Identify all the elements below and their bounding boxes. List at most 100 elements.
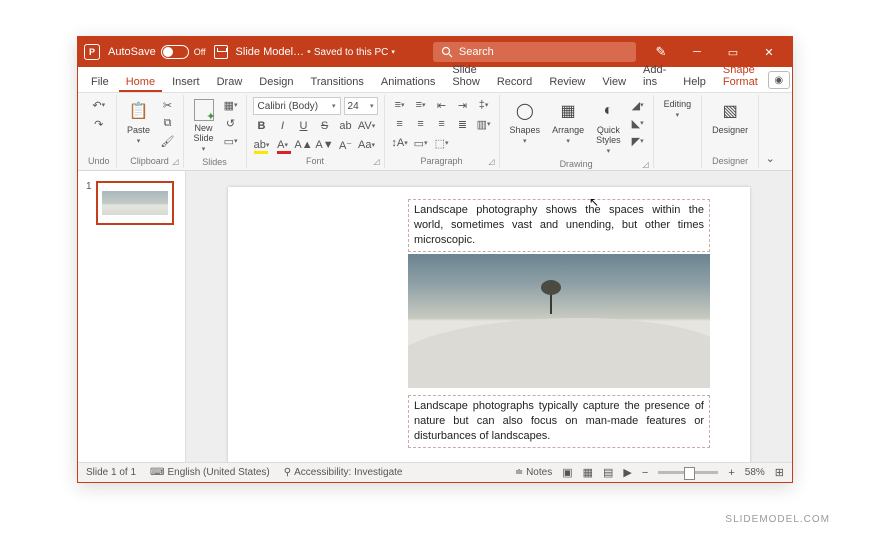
tab-animations[interactable]: Animations — [374, 71, 442, 92]
thumbnail-number: 1 — [86, 181, 92, 225]
columns-button[interactable]: ▥▾ — [475, 116, 493, 132]
group-drawing: ◯Shapes▾ ▦Arrange▾ ◐Quick Styles▾ ◢▾ ◣▾ … — [500, 95, 654, 168]
arrange-button[interactable]: ▦Arrange▾ — [548, 97, 588, 147]
decrease-indent-button[interactable]: ⇤ — [433, 97, 451, 113]
italic-button[interactable]: I — [274, 118, 292, 134]
quick-styles-button[interactable]: ◐Quick Styles▾ — [592, 97, 625, 157]
tab-shape-format[interactable]: Shape Format — [716, 59, 765, 92]
align-text-button[interactable]: ▭▾ — [412, 135, 430, 151]
tab-review[interactable]: Review — [542, 71, 592, 92]
zoom-level[interactable]: 58% — [745, 467, 765, 478]
tab-insert[interactable]: Insert — [165, 71, 207, 92]
ribbon: ↶▾ ↷ Undo 📋 Paste▾ ✂ ⧉ 🖌 Clipboard◿ — [78, 93, 792, 171]
shape-fill-button[interactable]: ◢▾ — [629, 97, 647, 113]
slide[interactable]: Landscape photography shows the spaces w… — [228, 187, 750, 462]
tab-help[interactable]: Help — [676, 71, 713, 92]
undo-button[interactable]: ↶▾ — [90, 97, 108, 113]
minimize-button[interactable]: ─ — [680, 37, 714, 67]
layout-button[interactable]: ▦▾ — [222, 97, 240, 113]
bold-button[interactable]: B — [253, 118, 271, 134]
bullets-button[interactable]: ≡▾ — [391, 97, 409, 113]
reading-view-button[interactable]: ▤ — [603, 466, 613, 479]
designer-button[interactable]: ▧Designer — [708, 97, 752, 137]
dialog-launcher-icon[interactable]: ◿ — [488, 157, 494, 166]
zoom-out-button[interactable]: − — [642, 467, 648, 479]
slideshow-view-button[interactable]: ▶ — [623, 466, 631, 479]
slide-canvas-area[interactable]: Landscape photography shows the spaces w… — [186, 171, 792, 462]
reset-button[interactable]: ↺ — [222, 115, 240, 131]
workspace: 1 Landscape photography shows the spaces… — [78, 171, 792, 462]
thumbnail-pane[interactable]: 1 — [78, 171, 186, 462]
slide-position[interactable]: Slide 1 of 1 — [86, 467, 136, 478]
highlight-button[interactable]: ab▾ — [253, 137, 271, 153]
autosave-state: Off — [194, 47, 206, 57]
tab-slideshow[interactable]: Slide Show — [445, 59, 487, 92]
underline-button[interactable]: U — [295, 118, 313, 134]
justify-button[interactable]: ≣ — [454, 116, 472, 132]
shape-outline-button[interactable]: ◣▾ — [629, 115, 647, 131]
numbering-button[interactable]: ≡▾ — [412, 97, 430, 113]
align-center-button[interactable]: ≡ — [412, 116, 430, 132]
dialog-launcher-icon[interactable]: ◿ — [373, 157, 379, 166]
search-placeholder: Search — [459, 46, 494, 58]
autosave-toggle[interactable]: AutoSave Off — [108, 45, 206, 59]
dialog-launcher-icon[interactable]: ◿ — [172, 157, 178, 166]
editing-button[interactable]: Editing▾ — [660, 97, 696, 121]
document-title[interactable]: Slide Model… • Saved to this PC ▾ — [236, 46, 395, 58]
tab-home[interactable]: Home — [119, 71, 162, 92]
accessibility-status[interactable]: ⚲Accessibility: Investigate — [284, 467, 403, 478]
change-case-button[interactable]: Aa▾ — [358, 137, 376, 153]
notes-button[interactable]: ≐ Notes — [515, 467, 552, 478]
shadow-button[interactable]: ab — [337, 118, 355, 134]
font-size-select[interactable]: 24▾ — [344, 97, 378, 115]
group-undo: ↶▾ ↷ Undo — [82, 95, 117, 168]
collapse-ribbon-button[interactable]: ⌄ — [761, 150, 779, 166]
line-spacing-button[interactable]: ‡▾ — [475, 97, 493, 113]
search-icon — [441, 46, 453, 58]
designer-icon: ▧ — [718, 99, 742, 123]
paste-button[interactable]: 📋 Paste▾ — [123, 97, 155, 147]
slide-image[interactable] — [408, 254, 710, 388]
tab-transitions[interactable]: Transitions — [304, 71, 371, 92]
font-family-select[interactable]: Calibri (Body)▾ — [253, 97, 341, 115]
tab-draw[interactable]: Draw — [210, 71, 250, 92]
clear-format-button[interactable]: A⁻ — [337, 137, 355, 153]
textbox-top[interactable]: Landscape photography shows the spaces w… — [408, 199, 710, 252]
shape-effects-button[interactable]: ◤▾ — [629, 133, 647, 149]
tab-view[interactable]: View — [595, 71, 633, 92]
zoom-slider[interactable] — [658, 471, 718, 474]
align-right-button[interactable]: ≡ — [433, 116, 451, 132]
spacing-button[interactable]: AV▾ — [358, 118, 376, 134]
text-direction-button[interactable]: ↕A▾ — [391, 135, 409, 151]
camera-icon[interactable]: ◉ — [768, 71, 790, 89]
tab-addins[interactable]: Add-ins — [636, 59, 673, 92]
font-color-button[interactable]: A▾ — [274, 137, 292, 153]
normal-view-button[interactable]: ▣ — [562, 466, 572, 479]
shapes-button[interactable]: ◯Shapes▾ — [506, 97, 545, 147]
fit-to-window-button[interactable]: ⊞ — [775, 466, 784, 479]
group-slides: ✦ New Slide▾ ▦▾ ↺ ▭▾ Slides — [184, 95, 247, 168]
grow-font-button[interactable]: A▲ — [295, 137, 313, 153]
save-icon[interactable] — [214, 45, 228, 59]
tab-record[interactable]: Record — [490, 71, 539, 92]
cut-button[interactable]: ✂ — [159, 97, 177, 113]
strike-button[interactable]: S — [316, 118, 334, 134]
format-painter-button[interactable]: 🖌 — [159, 133, 177, 149]
tab-file[interactable]: File — [84, 71, 116, 92]
slide-thumbnail[interactable] — [96, 181, 174, 225]
section-button[interactable]: ▭▾ — [222, 133, 240, 149]
textbox-bottom[interactable]: Landscape photographs typically capture … — [408, 395, 710, 448]
smartart-button[interactable]: ⬚▾ — [433, 135, 451, 151]
shrink-font-button[interactable]: A▼ — [316, 137, 334, 153]
increase-indent-button[interactable]: ⇥ — [454, 97, 472, 113]
new-slide-button[interactable]: ✦ New Slide▾ — [190, 97, 218, 155]
tab-design[interactable]: Design — [252, 71, 300, 92]
toggle-off-icon — [161, 45, 189, 59]
sorter-view-button[interactable]: ▦ — [583, 466, 593, 479]
zoom-in-button[interactable]: + — [728, 467, 734, 479]
language-status[interactable]: ⌨English (United States) — [150, 467, 270, 478]
redo-button[interactable]: ↷ — [90, 116, 108, 132]
dialog-launcher-icon[interactable]: ◿ — [642, 160, 648, 169]
align-left-button[interactable]: ≡ — [391, 116, 409, 132]
copy-button[interactable]: ⧉ — [159, 115, 177, 131]
